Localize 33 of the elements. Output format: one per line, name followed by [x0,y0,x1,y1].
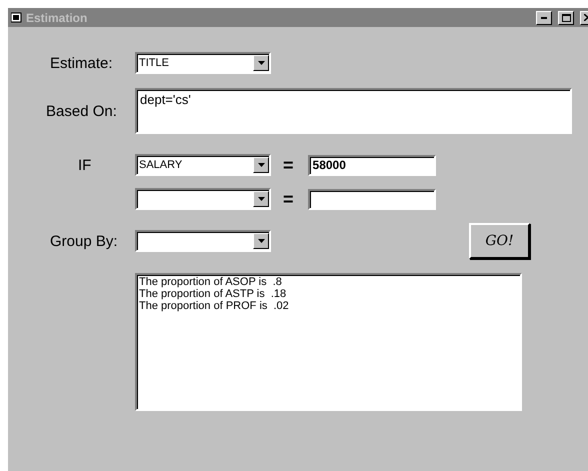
condition-value-field[interactable] [308,188,436,210]
dropdown-button[interactable] [253,157,269,173]
result-line: The proportion of ASOP is .8 [139,276,283,288]
minimize-button[interactable] [536,10,552,24]
based-on-field[interactable]: dept='cs' [135,88,572,134]
field-label: Group By: [49,232,119,250]
maximize-button[interactable] [558,10,574,24]
dropdown-button[interactable] [253,233,269,249]
field-label: IF [77,156,92,174]
go-button[interactable]: GO! [469,223,530,259]
window-title: Estimation [26,10,88,24]
condition-dropdown[interactable]: SALARY [135,154,271,176]
dropdown-button[interactable] [253,191,269,207]
operator-label: = [283,154,294,176]
caret-icon [258,163,264,167]
estimate-dropdown[interactable]: TITLE [135,52,271,74]
caret-icon [258,61,264,65]
condition-dropdown[interactable] [135,188,271,210]
minimize-icon [541,16,547,18]
caret-icon [258,239,264,243]
result-line: The proportion of PROF is .02 [139,300,290,312]
result-line: The proportion of ASTP is .18 [139,288,288,300]
condition-value-field[interactable]: 58000 [308,154,436,176]
field-label: Estimate: [49,54,114,72]
combo-value: TITLE [139,57,170,69]
combo-value: SALARY [139,159,184,171]
group-by-dropdown[interactable] [135,230,271,252]
operator-label: = [283,188,294,210]
field-label: Based On: [45,102,118,120]
app-icon [11,12,22,23]
dropdown-button[interactable] [253,55,269,71]
maximize-icon [562,14,570,22]
caret-icon [258,197,264,201]
